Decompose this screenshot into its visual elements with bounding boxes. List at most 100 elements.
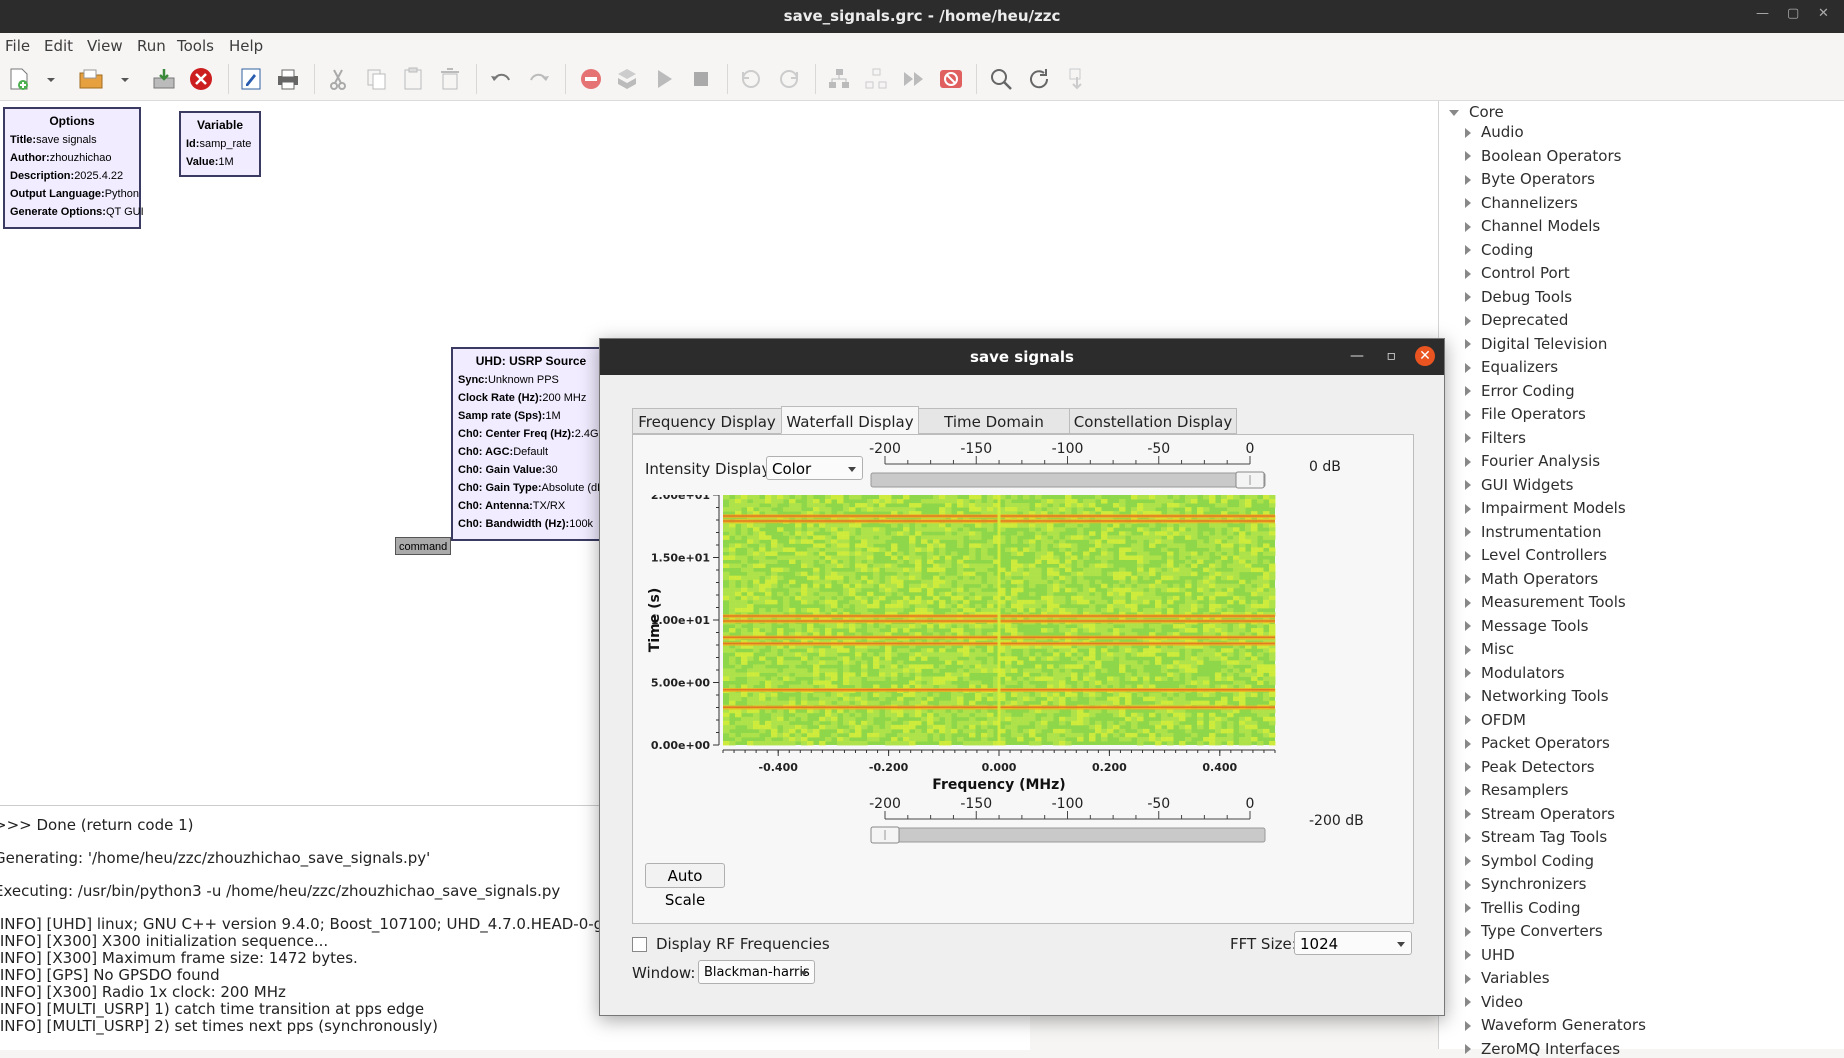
expand-arrow-icon[interactable] — [1465, 973, 1471, 984]
expand-arrow-icon[interactable] — [1465, 762, 1471, 772]
expand-arrow-icon[interactable] — [1465, 315, 1471, 326]
minimize-icon[interactable]: — — [1350, 348, 1364, 364]
save-icon[interactable] — [151, 66, 177, 92]
minimize-icon[interactable]: — — [1756, 6, 1769, 21]
expand-arrow-icon[interactable] — [1465, 339, 1471, 349]
window-select[interactable]: Blackman-harris — [698, 960, 815, 984]
find-icon[interactable] — [988, 66, 1014, 92]
close-dialog-icon[interactable]: ✕ — [1415, 346, 1435, 366]
min-intensity-slider[interactable]: -200 -150 -100 -50 0 — [869, 795, 1339, 855]
tree-item-stream-operators[interactable]: Stream Operators — [1465, 805, 1615, 823]
menu-tools[interactable]: Tools — [177, 37, 214, 55]
expand-arrow-icon[interactable] — [1465, 597, 1471, 608]
tree-item-channel-models[interactable]: Channel Models — [1465, 217, 1600, 235]
expand-arrow-icon[interactable] — [1465, 292, 1471, 302]
tree-item-modulators[interactable]: Modulators — [1465, 664, 1565, 682]
expand-arrow-icon[interactable] — [1465, 198, 1471, 208]
expand-arrow-icon[interactable] — [1465, 550, 1471, 561]
tree-item-peak-detectors[interactable]: Peak Detectors — [1465, 758, 1595, 776]
expand-arrow-icon[interactable] — [1465, 1020, 1471, 1031]
expand-arrow-icon[interactable] — [1465, 409, 1471, 420]
tab-time-domain-display[interactable]: Time Domain Display — [918, 408, 1070, 457]
rotate-ccw-icon[interactable] — [738, 66, 764, 92]
tree-item-variables[interactable]: Variables — [1465, 969, 1550, 987]
expand-arrow-icon[interactable] — [1465, 809, 1471, 819]
tree-item-video[interactable]: Video — [1465, 993, 1523, 1011]
expand-arrow-icon[interactable] — [1465, 997, 1471, 1007]
tree-item-synchronizers[interactable]: Synchronizers — [1465, 875, 1586, 893]
tree-item-type-converters[interactable]: Type Converters — [1465, 922, 1603, 940]
cut-icon[interactable] — [325, 66, 351, 92]
tree-item-gui-widgets[interactable]: GUI Widgets — [1465, 476, 1573, 494]
expand-arrow-icon[interactable] — [1465, 738, 1471, 749]
expand-arrow-icon[interactable] — [1465, 433, 1471, 443]
tree-root-core[interactable]: Core — [1449, 103, 1504, 121]
kill-icon[interactable] — [938, 66, 964, 92]
delete-icon[interactable] — [437, 66, 463, 92]
expand-arrow-icon[interactable] — [1465, 386, 1471, 396]
expand-arrow-icon[interactable] — [1465, 950, 1471, 960]
expand-arrow-icon[interactable] — [1465, 503, 1471, 514]
tree-item-file-operators[interactable]: File Operators — [1465, 405, 1586, 423]
tree-item-control-port[interactable]: Control Port — [1465, 264, 1570, 282]
generate-icon[interactable] — [1064, 66, 1090, 92]
expand-arrow-icon[interactable] — [1465, 574, 1471, 584]
reload-icon[interactable] — [1026, 66, 1052, 92]
tree-item-audio[interactable]: Audio — [1465, 123, 1524, 141]
paste-icon[interactable] — [400, 66, 426, 92]
block-library[interactable]: Core Audio Boolean Operators Byte Operator… — [1438, 101, 1844, 1058]
tab-waterfall-display[interactable]: Waterfall Display — [781, 406, 919, 434]
waterfall-chart[interactable]: 0.00e+005.00e+001.00e+011.50e+012.00e+01… — [641, 495, 1401, 795]
open-dropdown-icon[interactable] — [118, 66, 132, 92]
max-intensity-slider[interactable]: -200 -150 -100 -50 0 — [869, 440, 1339, 500]
tree-item-measurement-tools[interactable]: Measurement Tools — [1465, 593, 1626, 611]
stop-icon[interactable] — [688, 66, 714, 92]
tree-item-coding[interactable]: Coding — [1465, 241, 1533, 259]
expand-arrow-icon[interactable] — [1465, 668, 1471, 678]
expand-arrow-icon[interactable] — [1465, 785, 1471, 796]
expand-arrow-icon[interactable] — [1465, 527, 1471, 537]
options-block[interactable]: Options Title:save signals Author:zhouzhi… — [3, 107, 144, 229]
expand-arrow-icon[interactable] — [1465, 151, 1471, 161]
raise-icon[interactable] — [901, 66, 927, 92]
expand-arrow-icon[interactable] — [1465, 174, 1471, 185]
expand-arrow-icon[interactable] — [1465, 245, 1471, 255]
tree-item-debug-tools[interactable]: Debug Tools — [1465, 288, 1572, 306]
redo-icon[interactable] — [526, 66, 552, 92]
tree-item-packet-operators[interactable]: Packet Operators — [1465, 734, 1610, 752]
new-dropdown-icon[interactable] — [44, 66, 58, 92]
tree-item-message-tools[interactable]: Message Tools — [1465, 617, 1588, 635]
expand-arrow-icon[interactable] — [1465, 644, 1471, 655]
tree-item-stream-tag-tools[interactable]: Stream Tag Tools — [1465, 828, 1607, 846]
copy-icon[interactable] — [364, 66, 390, 92]
menu-edit[interactable]: Edit — [44, 37, 73, 55]
tab-frequency-display[interactable]: Frequency Display — [632, 408, 782, 434]
tree-item-impairment-models[interactable]: Impairment Models — [1465, 499, 1626, 517]
rf-frequencies-checkbox[interactable] — [632, 937, 647, 952]
expand-arrow-icon[interactable] — [1465, 221, 1471, 232]
expand-arrow-icon[interactable] — [1465, 715, 1471, 725]
menu-file[interactable]: File — [5, 37, 30, 55]
tree-item-resamplers[interactable]: Resamplers — [1465, 781, 1569, 799]
close-icon[interactable] — [188, 66, 214, 92]
expand-arrow-icon[interactable] — [1465, 480, 1471, 490]
tree-item-ofdm[interactable]: OFDM — [1465, 711, 1526, 729]
tree-item-boolean-operators[interactable]: Boolean Operators — [1465, 147, 1621, 165]
command-port[interactable]: command — [395, 537, 451, 555]
tree-item-level-controllers[interactable]: Level Controllers — [1465, 546, 1607, 564]
disable-block-icon[interactable] — [578, 66, 604, 92]
tree-item-instrumentation[interactable]: Instrumentation — [1465, 523, 1601, 541]
expand-arrow-icon[interactable] — [1465, 362, 1471, 373]
tree-item-fourier-analysis[interactable]: Fourier Analysis — [1465, 452, 1600, 470]
auto-scale-button[interactable]: Auto Scale — [645, 863, 725, 909]
undo-icon[interactable] — [488, 66, 514, 92]
tree-item-digital-television[interactable]: Digital Television — [1465, 335, 1607, 353]
expand-arrow-icon[interactable] — [1465, 456, 1471, 467]
expand-arrow-icon[interactable] — [1465, 903, 1471, 913]
expand-arrow-icon[interactable] — [1465, 856, 1471, 866]
properties-icon[interactable] — [238, 66, 264, 92]
tab-constellation-display[interactable]: Constellation Display — [1069, 408, 1237, 434]
expand-arrow-icon[interactable] — [1465, 127, 1471, 138]
tree-item-symbol-coding[interactable]: Symbol Coding — [1465, 852, 1594, 870]
maximize-icon[interactable]: ▫ — [1387, 348, 1397, 364]
